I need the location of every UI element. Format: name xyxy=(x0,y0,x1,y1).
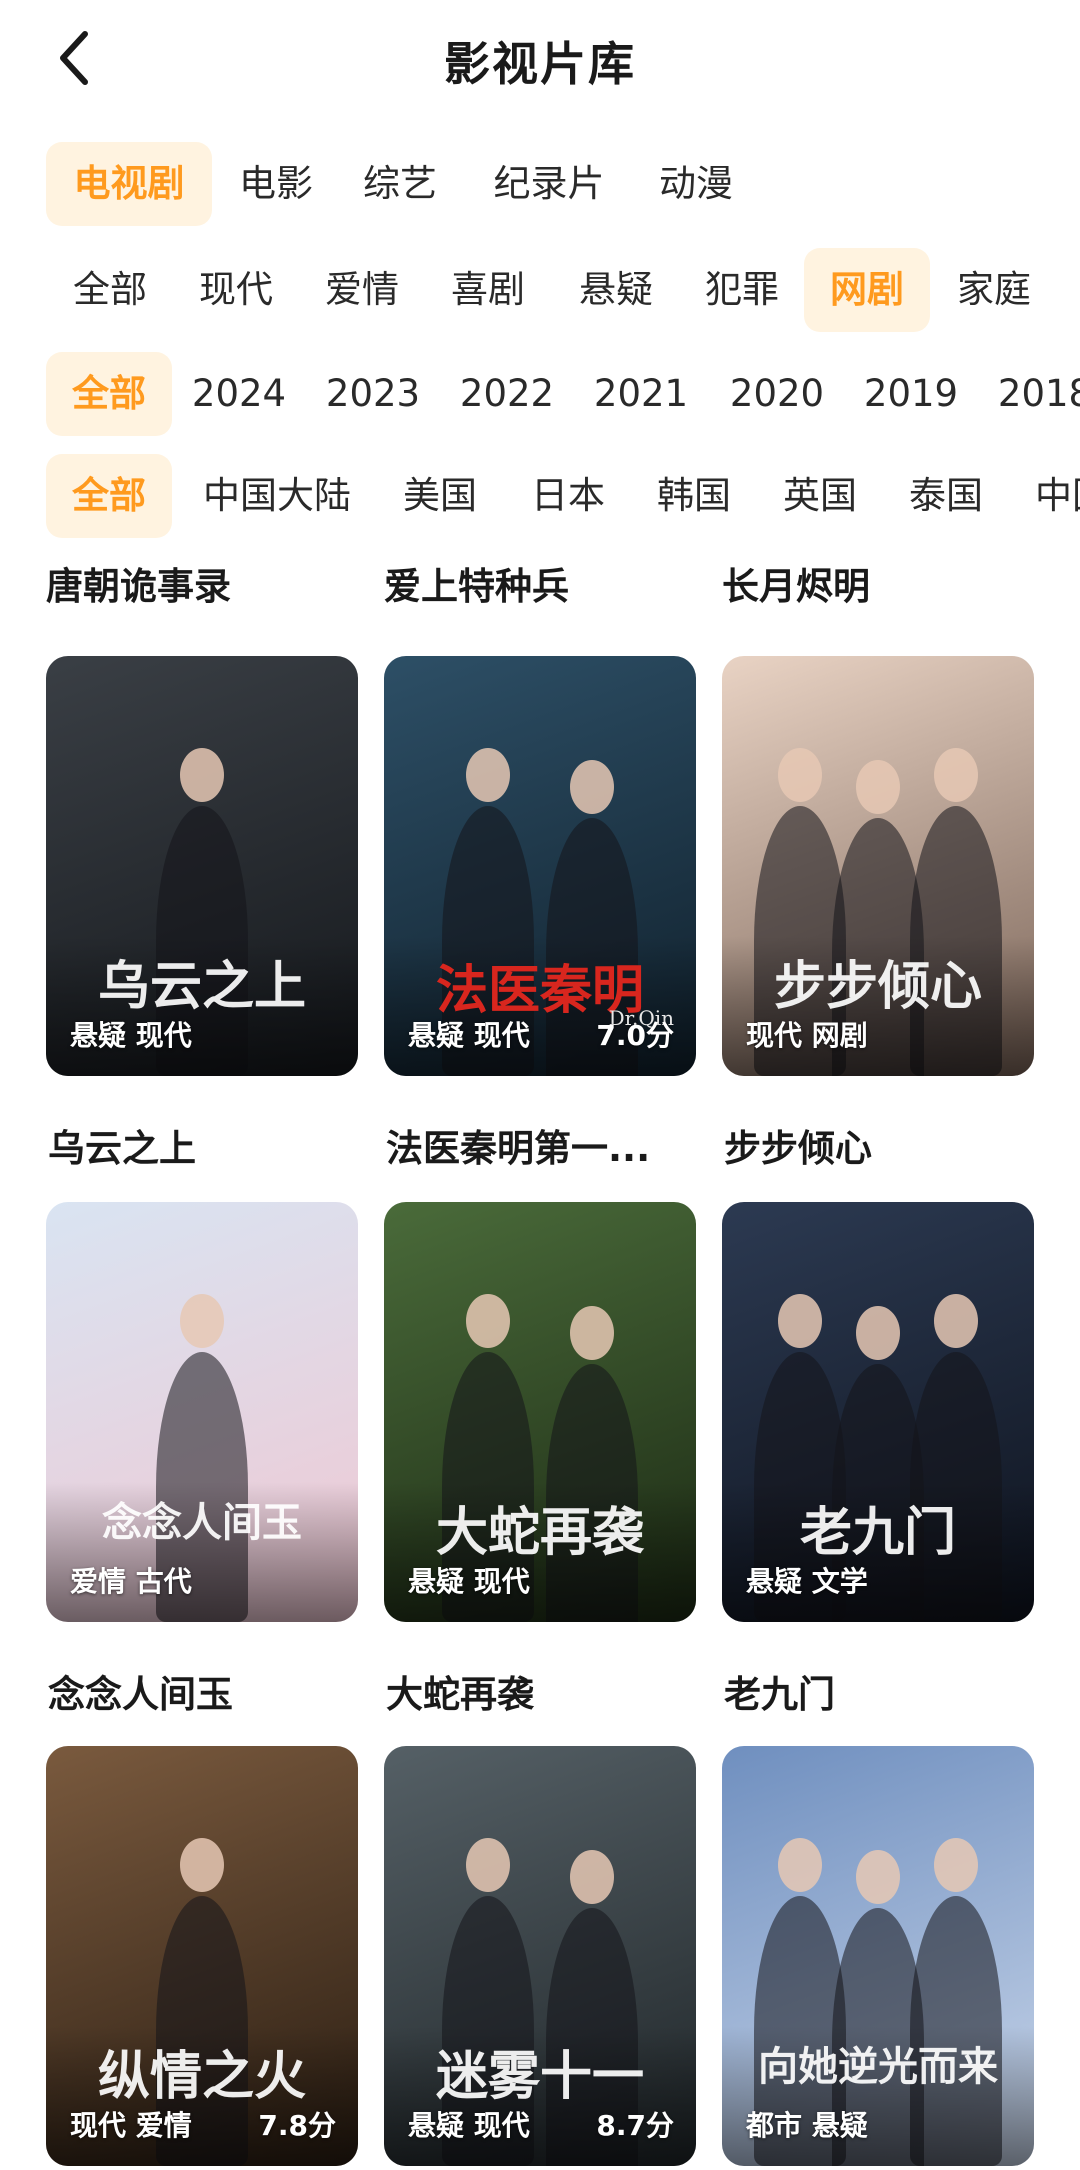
region-filter-row: 全部 中国大陆 美国 日本 韩国 英国 泰国 中国 xyxy=(0,454,1080,538)
genre-tags: 悬疑 现代 xyxy=(408,1019,530,1052)
card-title[interactable]: 老九门 xyxy=(724,1664,835,1718)
region-chip-thailand[interactable]: 泰国 xyxy=(898,454,994,538)
poster-image[interactable]: 迷雾十一 悬疑 现代 8.7分 xyxy=(384,1746,696,2166)
year-chip-2022[interactable]: 2022 xyxy=(454,352,560,436)
region-chip-japan[interactable]: 日本 xyxy=(520,454,616,538)
card-title[interactable]: 大蛇再袭 xyxy=(386,1664,534,1718)
genre-tags: 现代 爱情 xyxy=(70,2109,192,2142)
header-bar: 影视片库 xyxy=(0,0,1080,116)
media-card[interactable]: 迷雾十一 悬疑 现代 8.7分 xyxy=(384,1746,696,2166)
genre-filter-row: 全部 现代 爱情 喜剧 悬疑 犯罪 网剧 家庭 xyxy=(0,248,1080,332)
genre-chip-mystery[interactable]: 悬疑 xyxy=(564,248,668,332)
genre-chip-comedy[interactable]: 喜剧 xyxy=(436,248,540,332)
region-chip-all[interactable]: 全部 xyxy=(46,454,172,538)
score-badge: 8.7分 xyxy=(596,2109,674,2142)
genre-chip-family[interactable]: 家庭 xyxy=(942,248,1046,332)
media-card[interactable]: 纵情之火 现代 爱情 7.8分 xyxy=(46,1746,358,2166)
poster-title-art: 念念人间玉 xyxy=(102,1499,302,1546)
score-badge: 7.8分 xyxy=(258,2109,336,2142)
media-card[interactable]: 大蛇再袭 悬疑 现代 大蛇再袭 xyxy=(384,1202,696,1716)
genre-chip-webseries[interactable]: 网剧 xyxy=(804,248,930,332)
region-chip-korea[interactable]: 韩国 xyxy=(646,454,742,538)
region-chip-mainland[interactable]: 中国大陆 xyxy=(192,454,362,538)
genre-tags: 都市 悬疑 xyxy=(746,2109,868,2142)
poster-image[interactable]: 法医秦明 Dr.Qin 悬疑 现代 7.0分 xyxy=(384,656,696,1076)
poster-title-art: 向她逆光而来 xyxy=(758,2043,998,2090)
region-chip-uk[interactable]: 英国 xyxy=(772,454,868,538)
year-chip-all[interactable]: 全部 xyxy=(46,352,172,436)
poster-image[interactable]: 乌云之上 悬疑 现代 xyxy=(46,656,358,1076)
poster-title-art: 步步倾心 xyxy=(773,956,982,1017)
genre-tags: 悬疑 现代 xyxy=(408,2109,530,2142)
page-title: 影视片库 xyxy=(444,37,636,91)
year-chip-2018[interactable]: 2018 xyxy=(992,352,1080,436)
media-card[interactable]: 老九门 悬疑 文学 老九门 xyxy=(722,1202,1034,1716)
region-chip-usa[interactable]: 美国 xyxy=(392,454,488,538)
card-title[interactable]: 唐朝诡事录 xyxy=(46,556,231,610)
poster-title-art: 乌云之上 xyxy=(97,956,306,1017)
type-chip-movie[interactable]: 电影 xyxy=(228,142,324,226)
poster-image[interactable]: 向她逆光而来都市 悬疑 xyxy=(722,1746,1034,2166)
poster-title-art: 大蛇再袭 xyxy=(435,1502,644,1563)
genre-tags: 现代 网剧 xyxy=(746,1019,868,1052)
type-chip-tv[interactable]: 电视剧 xyxy=(46,142,212,226)
type-chip-anime[interactable]: 动漫 xyxy=(648,142,744,226)
year-chip-2023[interactable]: 2023 xyxy=(320,352,426,436)
genre-tags: 爱情 古代 xyxy=(70,1565,192,1598)
type-filter-row: 电视剧 电影 综艺 纪录片 动漫 xyxy=(0,142,1080,226)
year-chip-2021[interactable]: 2021 xyxy=(588,352,694,436)
year-chip-2020[interactable]: 2020 xyxy=(724,352,830,436)
media-card[interactable]: 向她逆光而来都市 悬疑 xyxy=(722,1746,1034,2166)
card-title[interactable]: 乌云之上 xyxy=(48,1118,196,1172)
year-chip-2024[interactable]: 2024 xyxy=(186,352,292,436)
year-filter-row: 全部 2024 2023 2022 2021 2020 2019 2018 xyxy=(0,352,1080,436)
card-title[interactable]: 长月烬明 xyxy=(722,556,870,610)
card-title[interactable]: 念念人间玉 xyxy=(48,1664,233,1718)
poster-image[interactable]: 大蛇再袭 悬疑 现代 xyxy=(384,1202,696,1622)
poster-image[interactable]: 纵情之火 现代 爱情 7.8分 xyxy=(46,1746,358,2166)
card-title[interactable]: 步步倾心 xyxy=(724,1118,872,1172)
genre-tags: 悬疑 现代 xyxy=(408,1565,530,1598)
poster-title-art: 老九门 xyxy=(799,1502,956,1563)
card-title[interactable]: 爱上特种兵 xyxy=(384,556,569,610)
type-chip-documentary[interactable]: 纪录片 xyxy=(478,142,620,226)
poster-image[interactable]: 老九门 悬疑 文学 xyxy=(722,1202,1034,1622)
media-card[interactable]: 乌云之上 悬疑 现代 乌云之上 xyxy=(46,656,358,1170)
card-title[interactable]: 法医秦明第一... xyxy=(386,1118,650,1172)
poster-title-art: 纵情之火 xyxy=(97,2046,306,2107)
poster-image[interactable]: 步步倾心 现代 网剧 xyxy=(722,656,1034,1076)
year-chip-2019[interactable]: 2019 xyxy=(858,352,964,436)
genre-chip-all[interactable]: 全部 xyxy=(58,248,162,332)
genre-tags: 悬疑 现代 xyxy=(70,1019,192,1052)
media-card[interactable]: 法医秦明 Dr.Qin 悬疑 现代 7.0分 法医秦明第一... xyxy=(384,656,696,1170)
genre-chip-romance[interactable]: 爱情 xyxy=(310,248,414,332)
region-chip-china[interactable]: 中国 xyxy=(1024,454,1080,538)
poster-image[interactable]: 念念人间玉爱情 古代 xyxy=(46,1202,358,1622)
genre-chip-modern[interactable]: 现代 xyxy=(184,248,288,332)
poster-title-art: 迷雾十一 xyxy=(435,2046,644,2107)
genre-tags: 悬疑 文学 xyxy=(746,1565,868,1598)
genre-chip-crime[interactable]: 犯罪 xyxy=(690,248,794,332)
score-badge: 7.0分 xyxy=(596,1019,674,1052)
media-card[interactable]: 步步倾心 现代 网剧 步步倾心 xyxy=(722,656,1034,1170)
media-card[interactable]: 念念人间玉 爱情 古代 念念人间玉 xyxy=(46,1202,358,1716)
type-chip-variety[interactable]: 综艺 xyxy=(352,142,448,226)
